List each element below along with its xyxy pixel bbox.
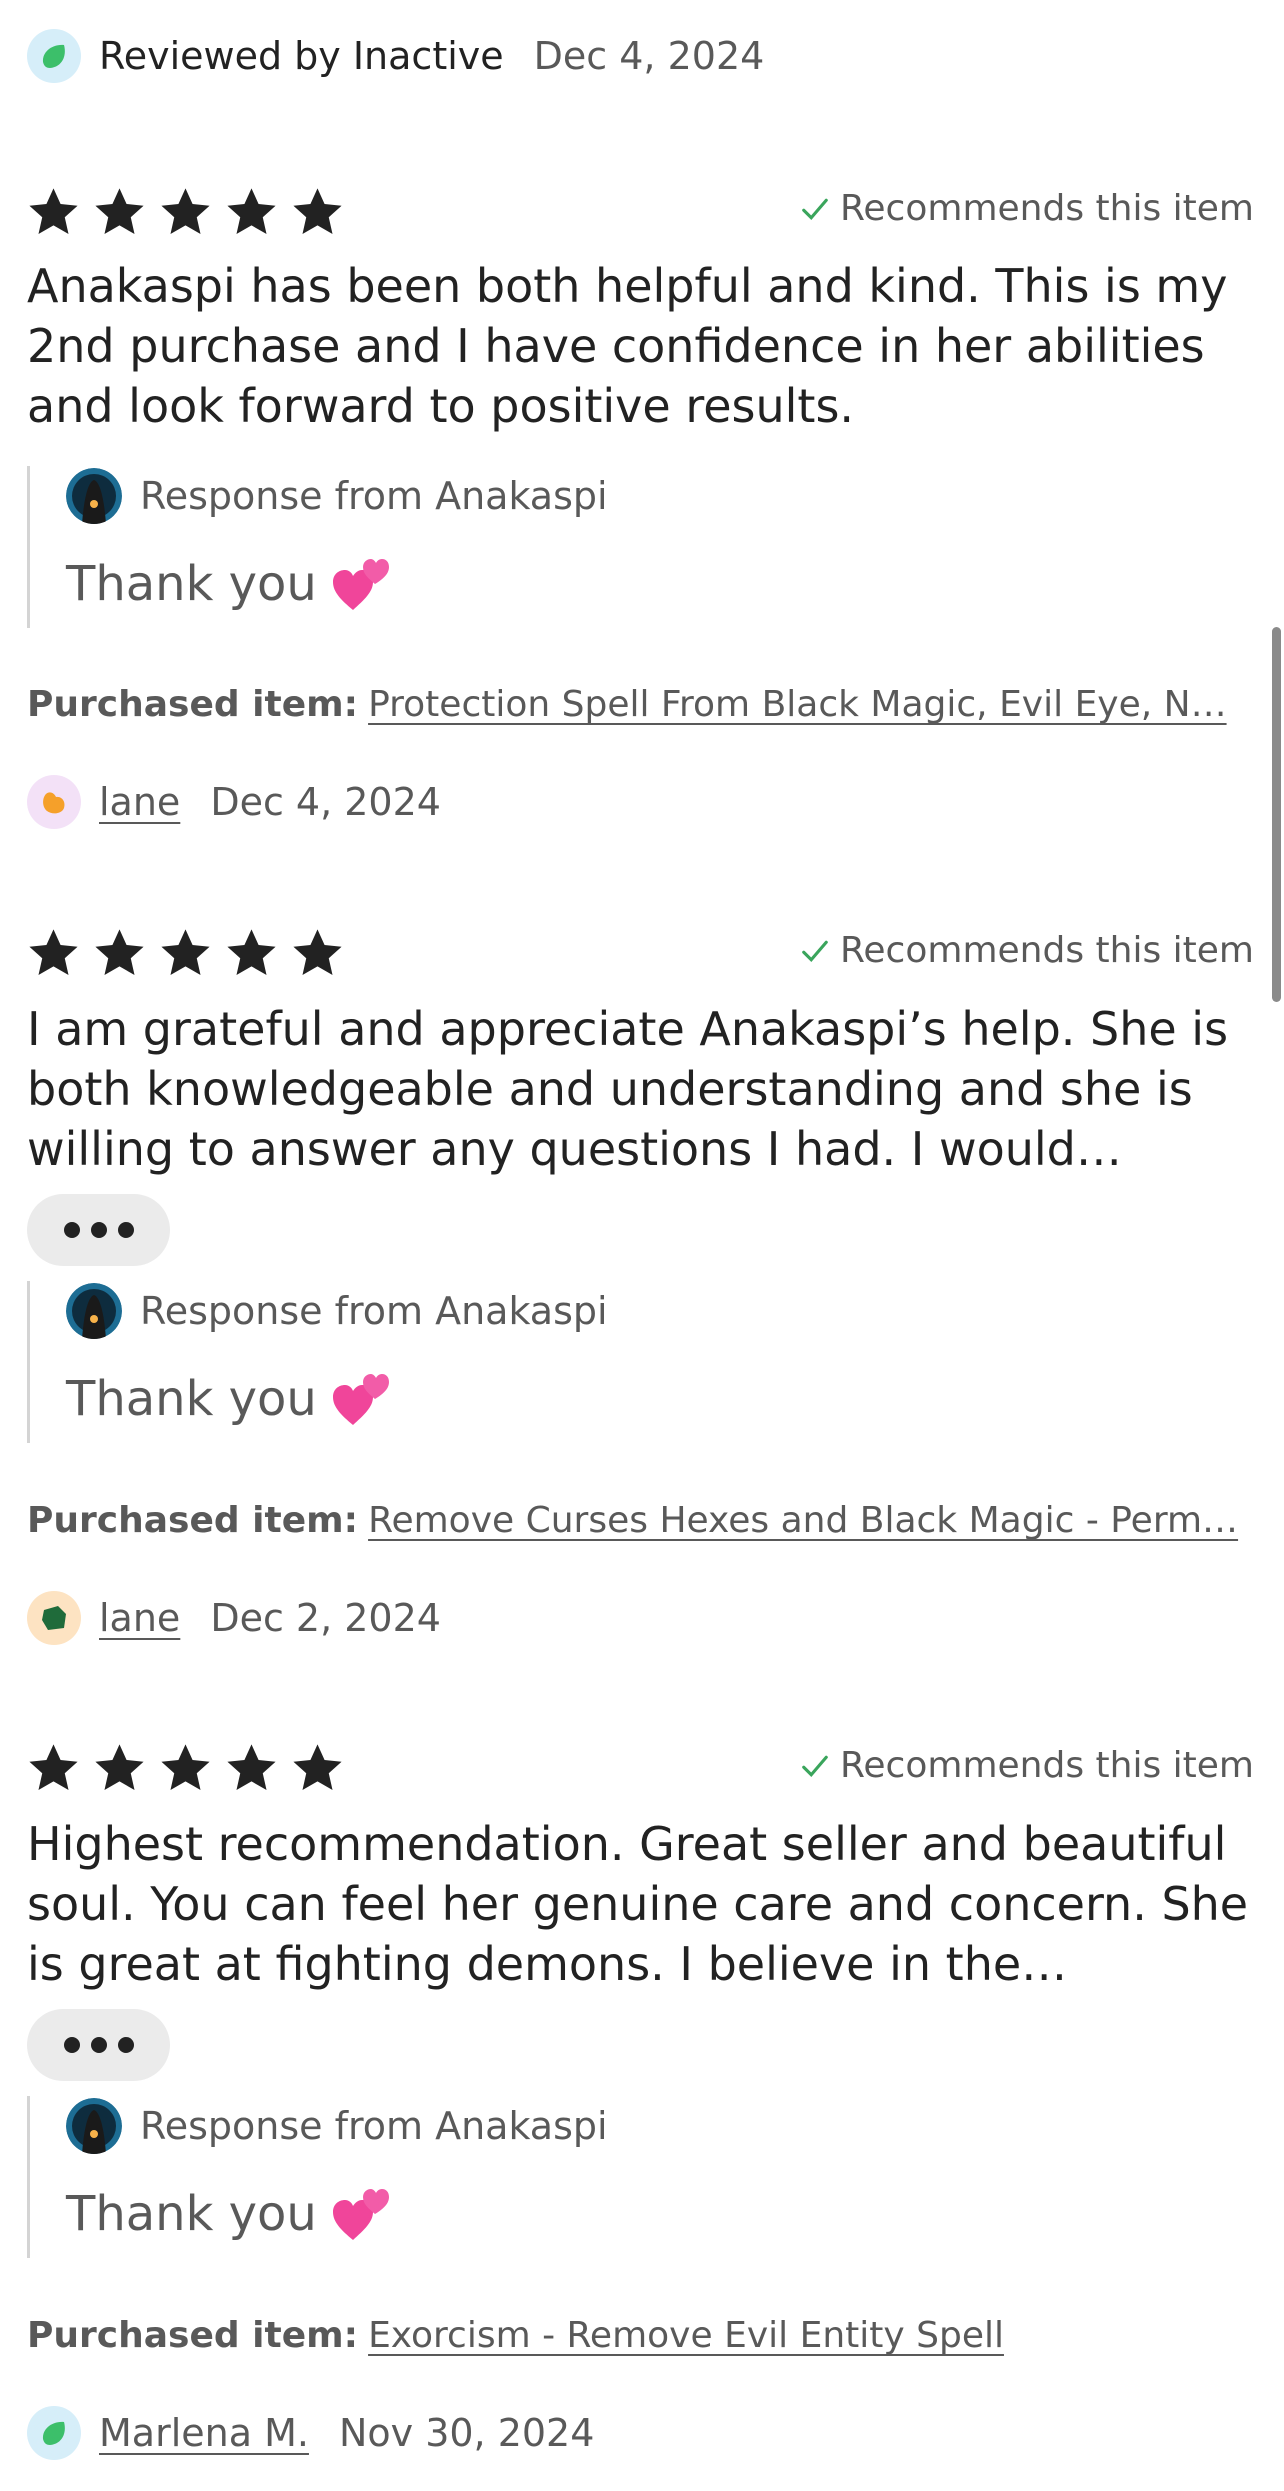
recommends-label: Recommends this item [840,1745,1254,1786]
expand-review-button[interactable] [27,2009,170,2081]
avatar [27,29,81,83]
review-date: Dec 4, 2024 [210,780,441,824]
star-rating [27,926,344,979]
review-text: Highest recommendation. Great seller and… [27,1817,1249,1991]
avatar-shape-icon [43,792,65,814]
response-text: Thank you [66,554,391,614]
purchased-item-link[interactable]: Exorcism - Remove Evil Entity Spell [368,2315,1004,2356]
purchased-item-link[interactable]: Protection Spell From Black Magic, Evil … [368,684,1227,725]
review-text: I am grateful and appreciate Anakaspi’s … [27,1002,1229,1176]
purchased-item-label: Purchased item: [27,684,359,725]
reviewer-row: Reviewed by Inactive Dec 4, 2024 [27,26,764,86]
star-icon [293,188,342,235]
two-hearts-icon [332,1374,389,1425]
reviewer-name-link[interactable]: lane [99,780,180,824]
recommends-badge: Recommends this item [800,188,1254,229]
purchased-item-label: Purchased item: [27,2315,359,2356]
ellipsis-icon [63,2037,134,2053]
reviewer-name-link[interactable]: lane [99,1596,180,1640]
two-hearts-icon [332,559,389,610]
star-icon [161,188,210,235]
two-hearts-icon [332,2189,389,2240]
purchased-item-link[interactable]: Remove Curses Hexes and Black Magic - Pe… [368,1500,1238,1541]
response-from-label: Response from Anakaspi [140,1289,608,1333]
star-icon [95,188,144,235]
purchased-item: Purchased item: Exorcism - Remove Evil En… [27,2315,1257,2356]
avatar-shape-icon [42,1606,66,1630]
reviewer-row: lane Dec 2, 2024 [27,1588,441,1648]
review-date: Dec 2, 2024 [210,1596,441,1640]
expand-review-button[interactable] [27,1194,170,1266]
reviewer-name: Reviewed by Inactive [99,34,504,78]
star-icon [227,1744,276,1791]
avatar[interactable] [27,2406,81,2460]
star-rating [27,185,344,238]
seller-response: Response from Anakaspi Thank you [27,466,1030,628]
response-message: Thank you [66,556,317,612]
purchased-item: Purchased item: Remove Curses Hexes and B… [27,1500,1257,1541]
check-icon [802,1755,828,1777]
star-rating [27,1741,344,1794]
reviews-page: Reviewed by Inactive Dec 4, 2024 Recomme… [0,0,1284,2491]
recommends-badge: Recommends this item [800,930,1254,971]
seller-avatar [66,2098,122,2154]
response-header: Response from Anakaspi [66,1283,608,1339]
reviewer-row: lane Dec 4, 2024 [27,772,441,832]
check-icon [802,198,828,220]
check-icon [802,940,828,962]
recommends-badge: Recommends this item [800,1745,1254,1786]
star-icon [95,929,144,976]
purchased-item-label: Purchased item: [27,1500,359,1541]
avatar-shape-icon [42,44,65,68]
star-icon [161,1744,210,1791]
avatar[interactable] [27,1591,81,1645]
star-icon [29,188,78,235]
response-from-label: Response from Anakaspi [140,2104,608,2148]
response-header: Response from Anakaspi [66,2098,608,2154]
star-icon [29,1744,78,1791]
seller-avatar [66,468,122,524]
star-icon [293,929,342,976]
recommends-label: Recommends this item [840,930,1254,971]
avatar-shape-icon [42,2421,65,2445]
review-text: Anakaspi has been both helpful and kind.… [27,259,1228,433]
star-icon [95,1744,144,1791]
scrollbar-thumb[interactable] [1272,627,1281,1002]
seller-avatar [66,1283,122,1339]
avatar[interactable] [27,775,81,829]
review-date: Nov 30, 2024 [338,2411,595,2455]
star-icon [161,929,210,976]
reviewer-row: Marlena M. Nov 30, 2024 [27,2403,594,2463]
star-icon [227,929,276,976]
ellipsis-icon [63,1222,134,1238]
response-text: Thank you [66,1369,391,1429]
review-date: Dec 4, 2024 [533,34,765,78]
reviewer-name-link[interactable]: Marlena M. [99,2411,309,2455]
response-text: Thank you [66,2184,391,2244]
star-icon [227,188,276,235]
response-header: Response from Anakaspi [66,468,608,524]
response-from-label: Response from Anakaspi [140,474,608,518]
recommends-label: Recommends this item [840,188,1254,229]
response-message: Thank you [66,2186,317,2242]
response-message: Thank you [66,1371,317,1427]
star-icon [29,929,78,976]
seller-response: Response from Anakaspi Thank you [27,1281,1030,1443]
star-icon [293,1744,342,1791]
seller-response: Response from Anakaspi Thank you [27,2096,1030,2258]
purchased-item: Purchased item: Protection Spell From Bla… [27,684,1257,725]
